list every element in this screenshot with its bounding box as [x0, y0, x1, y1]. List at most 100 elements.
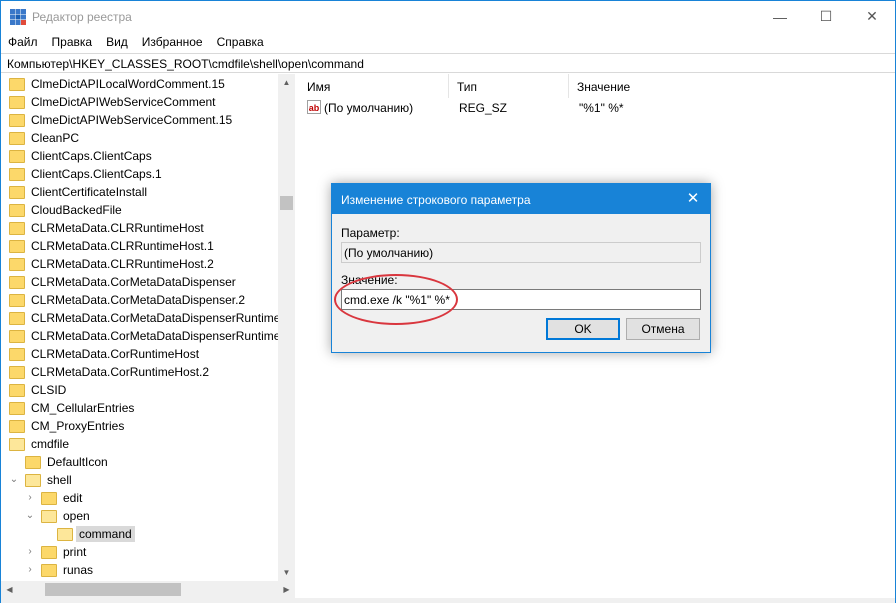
- window-title: Редактор реестра: [32, 10, 132, 24]
- scroll-left-icon[interactable]: ◀: [1, 581, 18, 598]
- folder-icon: [41, 545, 57, 559]
- tree-item-label: print: [63, 545, 87, 559]
- tree-item-label: ClmeDictAPIWebServiceComment.15: [31, 113, 233, 127]
- menu-favorites[interactable]: Избранное: [135, 32, 210, 52]
- tree-item-command[interactable]: command: [57, 525, 135, 543]
- title-bar[interactable]: Редактор реестра — ☐ ✕: [1, 1, 895, 32]
- menu-edit[interactable]: Правка: [45, 32, 100, 52]
- scroll-right-icon[interactable]: ▶: [278, 581, 295, 598]
- column-name[interactable]: Имя: [299, 74, 449, 98]
- scroll-up-icon[interactable]: ▲: [278, 74, 295, 91]
- folder-icon: [41, 563, 57, 577]
- tree-item[interactable]: CM_ProxyEntries: [9, 417, 124, 435]
- tree-item-open[interactable]: ⌄ open: [25, 507, 90, 525]
- dialog-title: Изменение строкового параметра: [341, 193, 531, 207]
- tree-item-label: cmdfile: [31, 437, 70, 451]
- folder-icon: [9, 365, 25, 379]
- tree-item[interactable]: CLRMetaData.CorRuntimeHost.2: [9, 363, 209, 381]
- tree-item[interactable]: CLRMetaData.CorMetaDataDispenser.2: [9, 291, 245, 309]
- folder-icon: [9, 311, 25, 325]
- scroll-down-icon[interactable]: ▼: [278, 564, 295, 581]
- tree-item-label: CleanPC: [31, 131, 80, 145]
- minimize-button[interactable]: —: [757, 1, 803, 32]
- folder-icon: [9, 131, 25, 145]
- tree-item-label: CLRMetaData.CLRRuntimeHost: [31, 221, 204, 235]
- tree-item-label: CLRMetaData.CorRuntimeHost.2: [31, 365, 210, 379]
- tree-item-label: CM_ProxyEntries: [31, 419, 125, 433]
- tree-item[interactable]: CLRMetaData.CLRRuntimeHost.1: [9, 237, 214, 255]
- chevron-down-icon[interactable]: ⌄: [25, 511, 35, 521]
- scroll-thumb[interactable]: [280, 196, 293, 210]
- tree-item-print[interactable]: › print: [25, 543, 86, 561]
- tree-item-runas[interactable]: › runas: [25, 561, 93, 579]
- tree-item[interactable]: ClientCaps.ClientCaps.1: [9, 165, 162, 183]
- menu-file[interactable]: Файл: [1, 32, 45, 52]
- folder-icon: [9, 239, 25, 253]
- folder-open-icon: [9, 437, 25, 451]
- dialog-title-bar[interactable]: Изменение строкового параметра ✕: [332, 184, 710, 214]
- chevron-right-icon[interactable]: ›: [25, 565, 35, 575]
- tree-item[interactable]: CLRMetaData.CorMetaDataDispenserRuntime.…: [9, 327, 290, 345]
- chevron-down-icon[interactable]: ⌄: [9, 475, 19, 485]
- value-data: "%1" %*: [579, 101, 624, 115]
- list-item[interactable]: ab (По умолчанию) REG_SZ "%1" %*: [299, 99, 895, 117]
- tree-item-label: CLRMetaData.CorMetaDataDispenser: [31, 275, 236, 289]
- dialog-close-icon[interactable]: ✕: [676, 184, 710, 214]
- folder-icon: [25, 455, 41, 469]
- tree-item-label: ClientCaps.ClientCaps.1: [31, 167, 162, 181]
- value-name: (По умолчанию): [324, 101, 414, 115]
- tree-item[interactable]: CLRMetaData.CLRRuntimeHost: [9, 219, 204, 237]
- tree-item[interactable]: ClmeDictAPIWebServiceComment.15: [9, 111, 232, 129]
- folder-icon: [9, 293, 25, 307]
- folder-open-icon: [57, 527, 73, 541]
- tree-item[interactable]: CloudBackedFile: [9, 201, 122, 219]
- list-header: Имя Тип Значение: [299, 74, 895, 98]
- cancel-button[interactable]: Отмена: [626, 318, 700, 340]
- menu-view[interactable]: Вид: [99, 32, 135, 52]
- tree-item-label: command: [76, 526, 135, 542]
- tree-item-label: CLRMetaData.CLRRuntimeHost.1: [31, 239, 214, 253]
- registry-tree: cmdfile CM_ProxyEntries CM_CellularEntries…: [1, 74, 295, 581]
- registry-editor-icon: [10, 9, 26, 25]
- tree-item-label: CLSID: [31, 383, 67, 397]
- tree-item[interactable]: ClientCertificateInstall: [9, 183, 147, 201]
- tree-item-label: CLRMetaData.CLRRuntimeHost.2: [31, 257, 214, 271]
- tree-item[interactable]: ClmeDictAPILocalWordComment.15: [9, 75, 225, 93]
- chevron-right-icon[interactable]: ›: [25, 547, 35, 557]
- column-value[interactable]: Значение: [569, 74, 895, 98]
- tree-vertical-scrollbar[interactable]: ▲ ▼: [278, 74, 295, 581]
- folder-icon: [9, 167, 25, 181]
- tree-item[interactable]: CLRMetaData.CorMetaDataDispenserRuntime: [9, 309, 280, 327]
- value-label: Значение:: [341, 273, 398, 287]
- chevron-right-icon[interactable]: ›: [25, 493, 35, 503]
- tree-item[interactable]: cmdfile: [9, 435, 69, 453]
- minimize-icon: —: [773, 8, 787, 25]
- tree-item[interactable]: CLRMetaData.CorMetaDataDispenser: [9, 273, 236, 291]
- tree-item[interactable]: CleanPC: [9, 129, 79, 147]
- menu-help[interactable]: Справка: [210, 32, 271, 52]
- column-type[interactable]: Тип: [449, 74, 569, 98]
- maximize-icon: ☐: [819, 8, 833, 24]
- tree-item[interactable]: CM_CellularEntries: [9, 399, 134, 417]
- tree-item[interactable]: ClmeDictAPIWebServiceComment: [9, 93, 216, 111]
- tree-item-edit[interactable]: › edit: [25, 489, 82, 507]
- folder-icon: [41, 491, 57, 505]
- tree-item[interactable]: CLRMetaData.CLRRuntimeHost.2: [9, 255, 214, 273]
- scroll-thumb[interactable]: [45, 583, 181, 596]
- tree-item-label: ClientCertificateInstall: [31, 185, 148, 199]
- tree-item-defaulticon[interactable]: DefaultIcon: [25, 453, 108, 471]
- tree-item[interactable]: CLRMetaData.CorRuntimeHost: [9, 345, 199, 363]
- ok-button[interactable]: OK: [546, 318, 620, 340]
- folder-icon: [9, 221, 25, 235]
- folder-icon: [9, 77, 25, 91]
- folder-icon: [9, 347, 25, 361]
- tree-item[interactable]: CLSID: [9, 381, 66, 399]
- tree-item[interactable]: ClientCaps.ClientCaps: [9, 147, 152, 165]
- close-button[interactable]: ✕: [849, 1, 895, 32]
- folder-icon: [9, 401, 25, 415]
- tree-horizontal-scrollbar[interactable]: ◀ ▶: [1, 581, 295, 598]
- address-bar[interactable]: Компьютер\HKEY_CLASSES_ROOT\cmdfile\shel…: [1, 53, 895, 73]
- tree-item-shell[interactable]: ⌄ shell: [9, 471, 72, 489]
- value-input[interactable]: [341, 289, 701, 310]
- maximize-button[interactable]: ☐: [803, 1, 849, 32]
